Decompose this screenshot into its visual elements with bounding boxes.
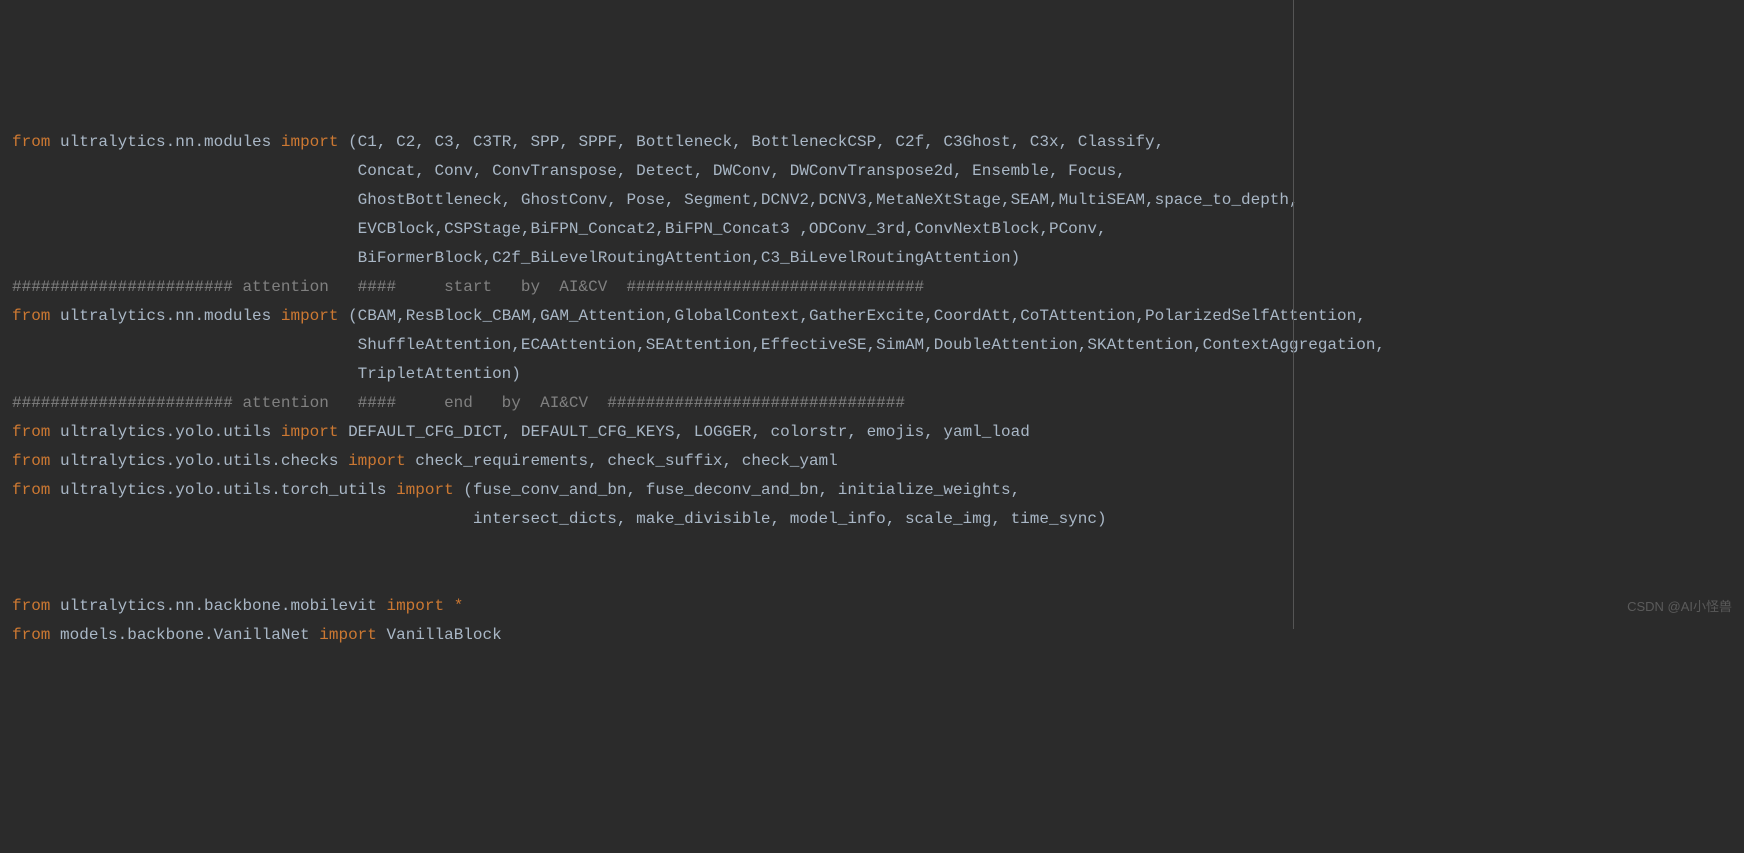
code-token: ultralytics.nn.modules — [60, 307, 281, 325]
code-line[interactable]: ####################### attention #### s… — [12, 273, 1744, 302]
code-token: (C1, C2, C3, C3TR, SPP, SPPF, Bottleneck… — [348, 133, 1164, 151]
code-token: TripletAttention) — [358, 365, 521, 383]
code-line[interactable]: from ultralytics.nn.modules import (C1, … — [12, 128, 1744, 157]
code-token: import — [386, 597, 453, 615]
code-line[interactable]: from ultralytics.yolo.utils.torch_utils … — [12, 476, 1744, 505]
code-token: ultralytics.nn.modules — [60, 133, 281, 151]
code-token: from — [12, 133, 60, 151]
code-token: from — [12, 481, 60, 499]
code-token: from — [12, 307, 60, 325]
code-line[interactable]: Concat, Conv, ConvTranspose, Detect, DWC… — [12, 157, 1744, 186]
code-token: ####################### attention #### e… — [12, 394, 905, 412]
code-token: from — [12, 597, 60, 615]
code-token: (fuse_conv_and_bn, fuse_deconv_and_bn, i… — [463, 481, 1020, 499]
code-token: from — [12, 452, 60, 470]
code-token: ultralytics.nn.backbone.mobilevit — [60, 597, 386, 615]
code-token: import — [396, 481, 463, 499]
code-line[interactable]: TripletAttention) — [12, 360, 1744, 389]
code-line[interactable]: intersect_dicts, make_divisible, model_i… — [12, 505, 1744, 534]
code-token: ultralytics.yolo.utils — [60, 423, 281, 441]
watermark-text: CSDN @AI小怪兽 — [1627, 592, 1732, 621]
code-line[interactable]: from ultralytics.yolo.utils import DEFAU… — [12, 418, 1744, 447]
code-token: import — [348, 452, 415, 470]
code-token: import — [281, 133, 348, 151]
code-token: BiFormerBlock,C2f_BiLevelRoutingAttentio… — [358, 249, 1021, 267]
code-line[interactable]: ShuffleAttention,ECAAttention,SEAttentio… — [12, 331, 1744, 360]
code-token: * — [454, 597, 464, 615]
code-token: ####################### attention #### s… — [12, 278, 924, 296]
code-line[interactable]: from ultralytics.nn.backbone.mobilevit i… — [12, 592, 1744, 621]
code-editor-area[interactable]: from ultralytics.nn.modules import (C1, … — [12, 128, 1744, 650]
code-line[interactable] — [12, 534, 1744, 563]
code-line[interactable]: EVCBlock,CSPStage,BiFPN_Concat2,BiFPN_Co… — [12, 215, 1744, 244]
code-line[interactable]: ####################### attention #### e… — [12, 389, 1744, 418]
code-token: ultralytics.yolo.utils.checks — [60, 452, 348, 470]
code-token: (CBAM,ResBlock_CBAM,GAM_Attention,Global… — [348, 307, 1366, 325]
code-token: import — [281, 423, 348, 441]
code-token: from — [12, 423, 60, 441]
code-token: DEFAULT_CFG_DICT, DEFAULT_CFG_KEYS, LOGG… — [348, 423, 1030, 441]
code-token: ultralytics.yolo.utils.torch_utils — [60, 481, 396, 499]
code-line[interactable] — [12, 563, 1744, 592]
code-line[interactable]: BiFormerBlock,C2f_BiLevelRoutingAttentio… — [12, 244, 1744, 273]
code-line[interactable]: from ultralytics.yolo.utils.checks impor… — [12, 447, 1744, 476]
code-token: Concat, Conv, ConvTranspose, Detect, DWC… — [358, 162, 1126, 180]
code-line[interactable]: from models.backbone.VanillaNet import V… — [12, 621, 1744, 650]
code-token: GhostBottleneck, GhostConv, Pose, Segmen… — [358, 191, 1299, 209]
code-token: check_requirements, check_suffix, check_… — [415, 452, 837, 470]
code-token: intersect_dicts, make_divisible, model_i… — [473, 510, 1107, 528]
code-token: EVCBlock,CSPStage,BiFPN_Concat2,BiFPN_Co… — [358, 220, 1107, 238]
code-line[interactable]: GhostBottleneck, GhostConv, Pose, Segmen… — [12, 186, 1744, 215]
right-margin-ruler — [1293, 0, 1294, 629]
code-line[interactable]: from ultralytics.nn.modules import (CBAM… — [12, 302, 1744, 331]
code-token: import — [281, 307, 348, 325]
code-token: ShuffleAttention,ECAAttention,SEAttentio… — [358, 336, 1385, 354]
